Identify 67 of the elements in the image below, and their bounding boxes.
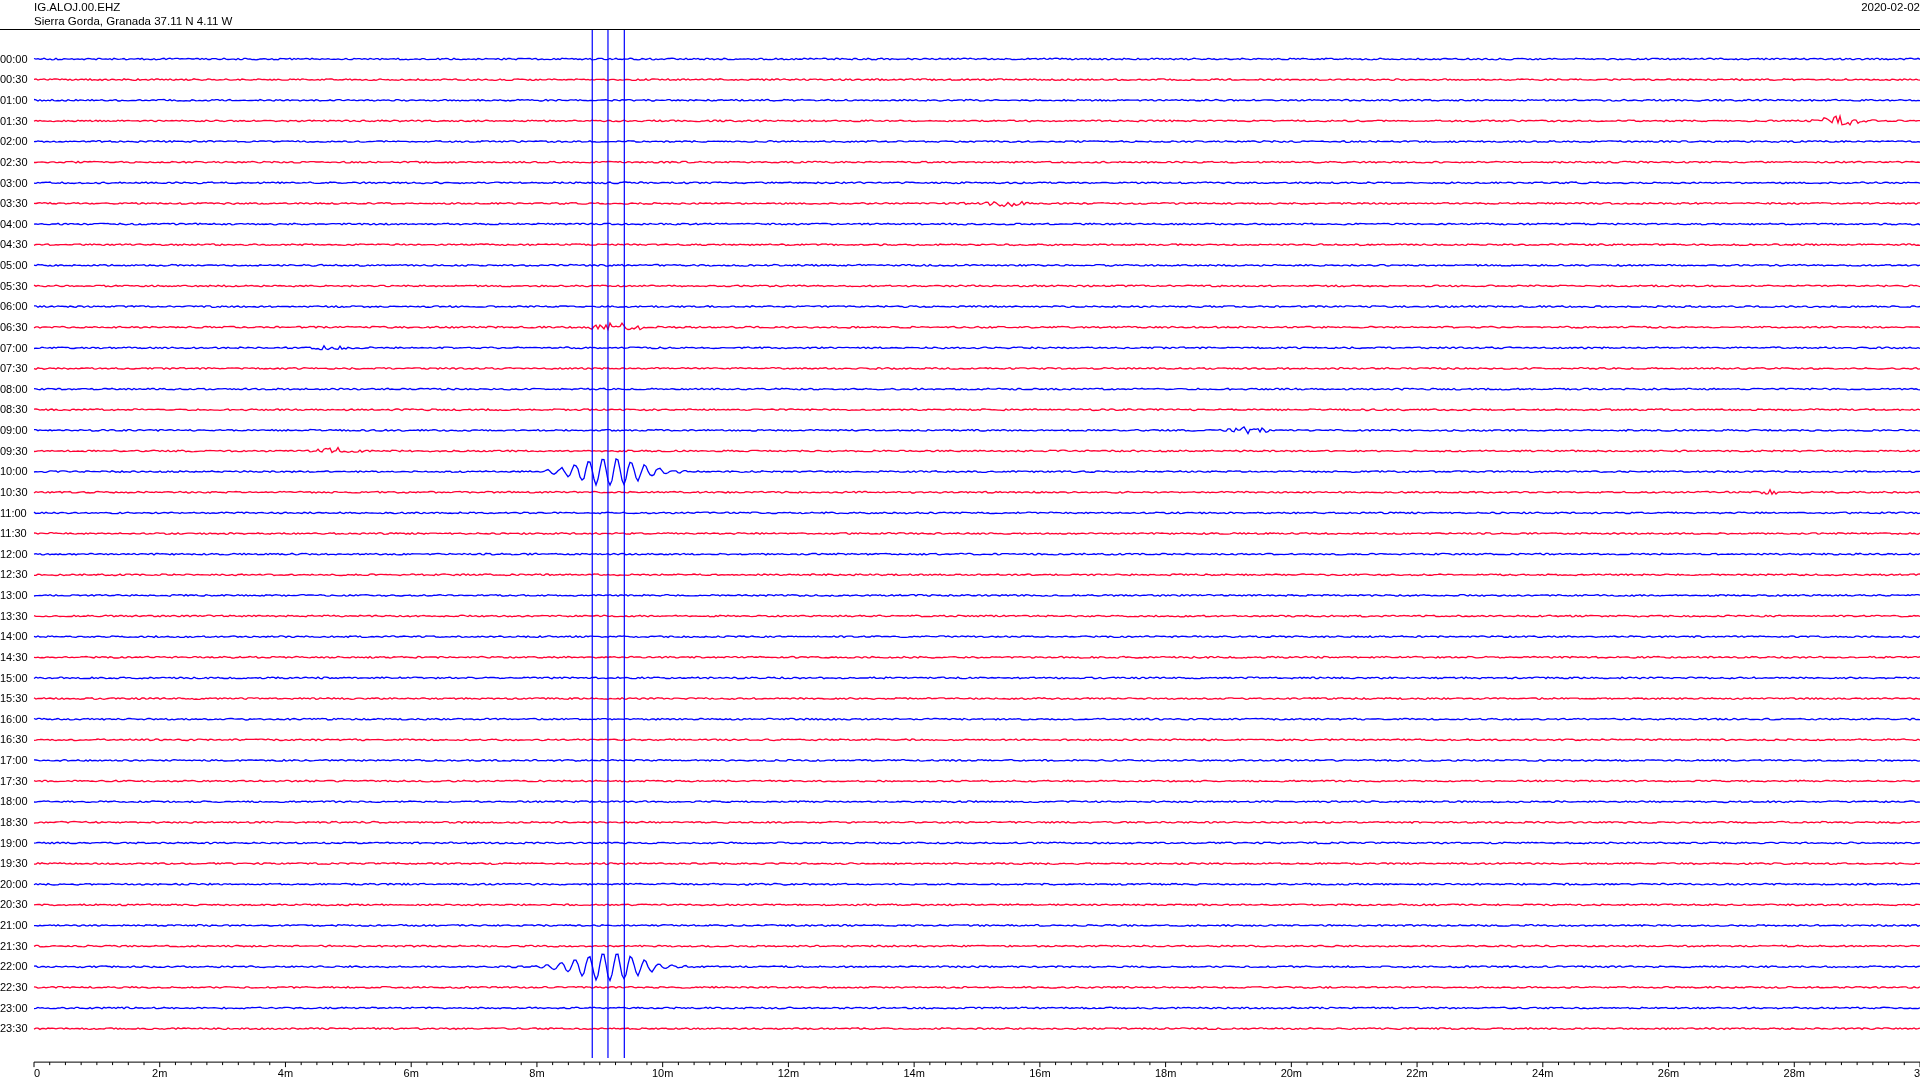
row-time-label: 15:30 bbox=[0, 691, 29, 707]
row-time-label: 18:30 bbox=[0, 814, 29, 830]
row-time-label: 03:00 bbox=[0, 175, 29, 191]
row-time-label: 16:00 bbox=[0, 711, 29, 727]
row-time-label: 06:30 bbox=[0, 319, 29, 335]
axis-tick-label: 0 bbox=[34, 1067, 41, 1080]
row-time-label: 02:30 bbox=[0, 154, 29, 170]
row-time-label: 14:30 bbox=[0, 649, 29, 665]
axis-tick-label: 26m bbox=[1657, 1067, 1680, 1080]
row-time-label: 12:00 bbox=[0, 546, 29, 562]
row-time-label: 21:00 bbox=[0, 918, 29, 934]
channel-code: IG.ALOJ.00.EHZ bbox=[34, 0, 122, 14]
row-time-label: 02:00 bbox=[0, 134, 29, 150]
row-time-label: 00:30 bbox=[0, 72, 29, 88]
row-time-label: 01:30 bbox=[0, 113, 29, 129]
row-time-label: 05:00 bbox=[0, 258, 29, 274]
row-time-label: 21:30 bbox=[0, 938, 29, 954]
row-time-label: 09:30 bbox=[0, 443, 29, 459]
row-time-label: 11:30 bbox=[0, 526, 28, 542]
axis-tick-label: 3 bbox=[1913, 1067, 1920, 1080]
axis-tick-label: 2m bbox=[152, 1067, 168, 1080]
row-time-label: 09:00 bbox=[0, 423, 29, 439]
row-time-label: 05:30 bbox=[0, 278, 29, 294]
row-time-label: 19:00 bbox=[0, 835, 29, 851]
axis-tick-label: 12m bbox=[777, 1067, 800, 1080]
record-date: 2020-02-02 bbox=[1861, 0, 1920, 15]
row-time-label: 20:30 bbox=[0, 897, 29, 913]
row-time-label: 07:30 bbox=[0, 361, 29, 377]
axis-tick-label: 6m bbox=[403, 1067, 419, 1080]
row-time-label: 00:00 bbox=[0, 51, 29, 67]
row-time-label: 08:30 bbox=[0, 402, 29, 418]
row-time-label: 15:00 bbox=[0, 670, 29, 686]
axis-tick-label: 4m bbox=[277, 1067, 294, 1080]
row-time-label: 19:30 bbox=[0, 856, 29, 872]
row-time-label: 17:30 bbox=[0, 773, 29, 789]
axis-tick-label: 10m bbox=[651, 1067, 674, 1080]
row-time-label: 10:30 bbox=[0, 484, 29, 500]
row-time-label: 01:00 bbox=[0, 93, 29, 109]
row-time-label: 17:00 bbox=[0, 753, 29, 769]
row-time-label: 11:00 bbox=[0, 505, 28, 521]
axis-tick-label: 22m bbox=[1406, 1067, 1428, 1080]
row-time-label: 03:30 bbox=[0, 196, 29, 212]
row-time-label: 16:30 bbox=[0, 732, 29, 748]
row-time-label: 13:30 bbox=[0, 608, 29, 624]
row-time-label: 20:00 bbox=[0, 876, 29, 892]
row-time-label: 18:00 bbox=[0, 794, 29, 810]
row-time-label: 06:00 bbox=[0, 299, 29, 315]
row-time-label: 14:00 bbox=[0, 629, 29, 645]
axis-tick-label: 28m bbox=[1783, 1067, 1805, 1080]
row-time-label: 04:30 bbox=[0, 237, 29, 253]
row-time-label: 08:00 bbox=[0, 381, 29, 397]
axis-tick-label: 8m bbox=[529, 1067, 545, 1080]
axis-tick-label: 24m bbox=[1532, 1067, 1554, 1080]
axis-tick-label: 18m bbox=[1154, 1067, 1177, 1080]
row-time-label: 10:00 bbox=[0, 464, 29, 480]
axis-tick-label: 20m bbox=[1280, 1067, 1303, 1080]
row-time-label: 22:30 bbox=[0, 979, 29, 995]
row-time-label: 13:00 bbox=[0, 588, 29, 604]
row-time-label: 04:00 bbox=[0, 216, 29, 232]
axis-tick-label: 16m bbox=[1029, 1067, 1051, 1080]
row-time-label: 12:30 bbox=[0, 567, 29, 583]
axis-tick-label: 14m bbox=[903, 1067, 925, 1080]
station-location: Sierra Gorda, Granada 37.11 N 4.11 W bbox=[34, 14, 233, 28]
row-time-label: 22:00 bbox=[0, 959, 29, 975]
row-time-label: 07:00 bbox=[0, 340, 29, 356]
row-time-label: 23:00 bbox=[0, 1000, 29, 1016]
row-time-label: 23:30 bbox=[0, 1021, 29, 1037]
